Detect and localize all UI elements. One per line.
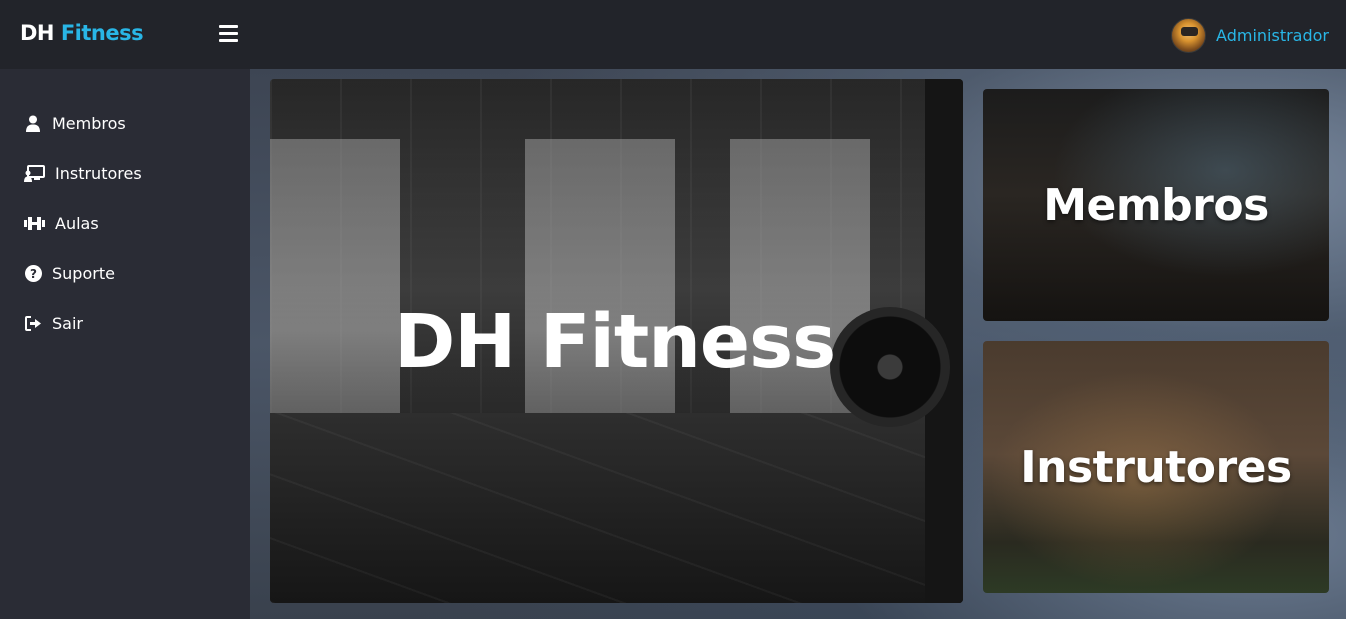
card-membros[interactable]: Membros: [983, 89, 1329, 321]
hamburger-icon[interactable]: [219, 25, 238, 42]
card-title: Instrutores: [1020, 441, 1292, 493]
sidebar-item-membros[interactable]: Membros: [24, 110, 126, 136]
hero-title: DH Fitness: [393, 299, 836, 385]
brand-fitness: Fitness: [60, 21, 144, 45]
sidebar-item-label: Instrutores: [55, 163, 142, 183]
sidebar-item-label: Sair: [52, 313, 83, 333]
sidebar-item-label: Membros: [52, 113, 126, 133]
user-menu[interactable]: Administrador: [1171, 17, 1329, 53]
sidebar-item-label: Suporte: [52, 263, 115, 283]
dumbbell-icon: [24, 214, 45, 232]
card-title: Membros: [1043, 179, 1269, 231]
topbar: DH Fitness Administrador: [0, 0, 1346, 69]
brand-dh: DH: [20, 21, 55, 45]
hero-banner[interactable]: DH Fitness: [270, 79, 963, 603]
user-name[interactable]: Administrador: [1216, 26, 1329, 45]
main-content: DH Fitness Membros Instrutores: [250, 69, 1346, 619]
card-instrutores[interactable]: Instrutores: [983, 341, 1329, 593]
sidebar-item-aulas[interactable]: Aulas: [24, 210, 99, 236]
sign-out-icon: [24, 314, 42, 332]
sidebar-item-sair[interactable]: Sair: [24, 310, 83, 336]
user-avatar[interactable]: [1171, 17, 1207, 53]
sidebar-item-suporte[interactable]: ? Suporte: [24, 260, 115, 286]
sidebar-item-instrutores[interactable]: Instrutores: [24, 160, 142, 186]
question-circle-icon: ?: [24, 264, 42, 282]
presentation-icon: [24, 164, 45, 182]
svg-text:?: ?: [30, 267, 37, 281]
sidebar: Membros Instrutores Aulas ? Suporte Sair: [0, 69, 250, 619]
user-icon: [24, 114, 42, 132]
sidebar-item-label: Aulas: [55, 213, 99, 233]
brand-logo[interactable]: DH Fitness: [20, 21, 144, 45]
